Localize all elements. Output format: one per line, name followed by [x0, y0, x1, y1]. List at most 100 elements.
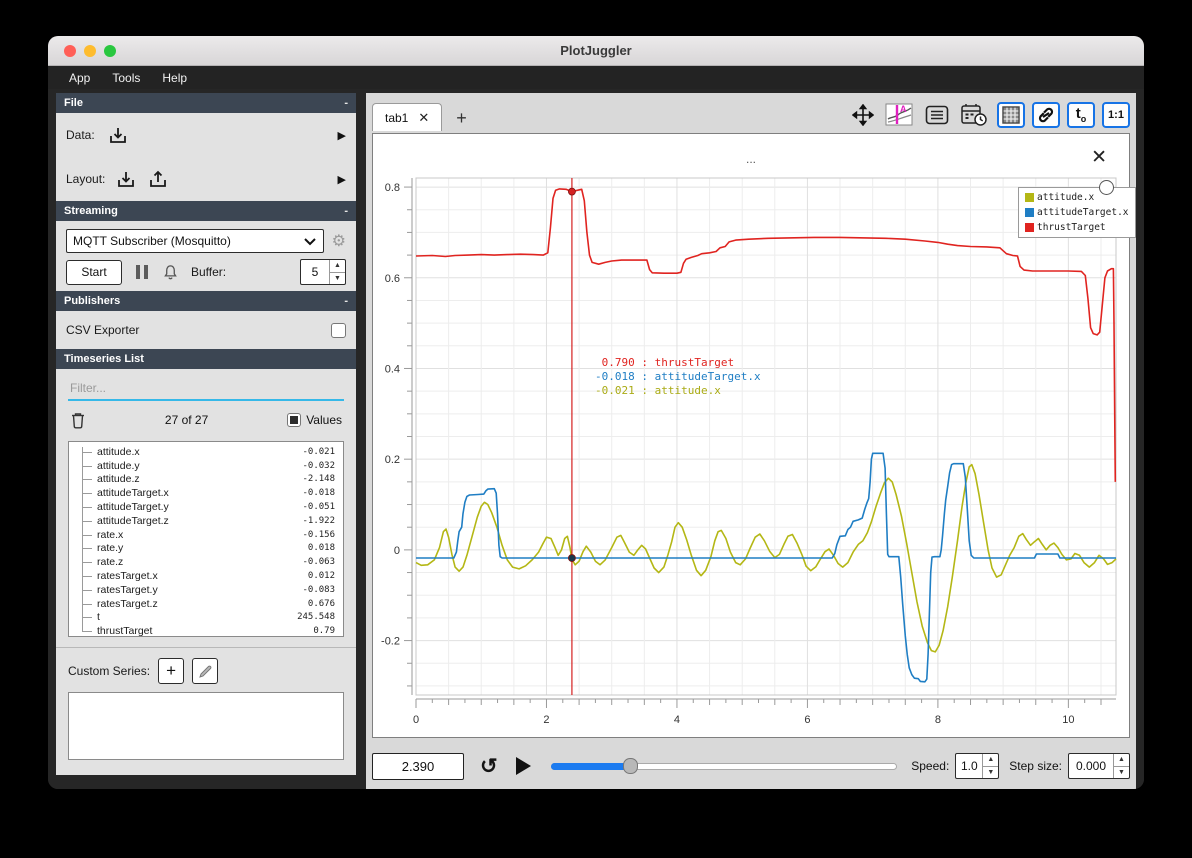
plot-panel[interactable]: ... ✕ 0 2 4 6 8 10 -0.2 0 0.2 0.4 0.6 0.8 attitude.…	[372, 133, 1136, 738]
plot-canvas[interactable]: 0 2 4 6 8 10 -0.2 0 0.2 0.4 0.6 0.8	[373, 134, 1129, 737]
publishers-section-body: CSV Exporter	[56, 311, 356, 349]
timeseries-row[interactable]: rate.x -0.156	[69, 528, 343, 542]
svg-text:10: 10	[1062, 714, 1074, 726]
values-checkbox[interactable]	[287, 413, 302, 427]
time-field[interactable]: 2.390	[372, 752, 464, 780]
timeseries-row[interactable]: attitude.y -0.032	[69, 459, 343, 473]
spin-down-icon[interactable]: ▼	[983, 767, 998, 779]
close-window-button[interactable]	[64, 45, 76, 57]
minimize-window-button[interactable]	[84, 45, 96, 57]
legend-entry[interactable]: thrustTarget	[1025, 222, 1129, 233]
timeseries-row[interactable]: thrustTarget 0.79	[69, 624, 343, 637]
timeseries-name: attitude.y	[97, 459, 140, 472]
spin-up-icon[interactable]: ▲	[983, 754, 999, 767]
speed-label: Speed:	[911, 759, 950, 773]
timeseries-row[interactable]: rate.y 0.018	[69, 542, 343, 556]
custom-series-list[interactable]	[68, 692, 344, 760]
load-data-icon[interactable]	[107, 126, 129, 145]
buffer-spinbox[interactable]: 5 ▲ ▼	[300, 259, 346, 285]
streaming-source-select[interactable]: MQTT Subscriber (Mosquitto)	[66, 229, 324, 253]
timeseries-section-header[interactable]: Timeseries List	[56, 349, 356, 369]
add-tab-button[interactable]: +	[456, 108, 467, 131]
legend-handle[interactable]	[1099, 180, 1114, 195]
spin-up-icon[interactable]: ▲	[330, 260, 345, 273]
link-axes-button[interactable]	[1032, 102, 1060, 128]
legend-entry[interactable]: attitudeTarget.x	[1025, 207, 1129, 218]
gear-icon[interactable]: ⚙	[332, 231, 346, 251]
plot-title: ...	[745, 152, 756, 166]
play-button[interactable]	[515, 757, 531, 775]
menu-item-tools[interactable]: Tools	[103, 69, 149, 87]
publishers-section-header[interactable]: Publishers -	[56, 291, 356, 311]
timeseries-row[interactable]: attitudeTarget.z -1.922	[69, 514, 343, 528]
time-slider[interactable]	[550, 758, 898, 774]
sidebar: File - Data: ▶ Layout: ▶ Streaming - MQT…	[56, 93, 356, 775]
timeseries-row[interactable]: attitude.z -2.148	[69, 473, 343, 487]
curve-tracker-button[interactable]: A	[884, 102, 916, 128]
timeseries-row[interactable]: ratesTarget.z 0.676	[69, 597, 343, 611]
tab-close-icon[interactable]: ✕	[418, 110, 429, 126]
collapse-icon[interactable]: -	[344, 205, 348, 217]
file-section-header[interactable]: File -	[56, 93, 356, 113]
relative-time-button[interactable]: to	[1067, 102, 1095, 128]
collapse-icon[interactable]: -	[344, 295, 348, 307]
timeseries-list[interactable]: attitude.x -0.021 attitude.y -0.032 attitude…	[68, 441, 344, 637]
ratio-1-1-button[interactable]: 1:1	[1102, 102, 1130, 128]
add-custom-series-button[interactable]: +	[158, 658, 185, 684]
menu-item-help[interactable]: Help	[153, 69, 196, 87]
loop-button[interactable]: ↺	[480, 756, 498, 777]
timeseries-value: -0.063	[302, 557, 335, 568]
timeseries-row[interactable]: ratesTarget.x 0.012	[69, 569, 343, 583]
pause-icon[interactable]	[136, 265, 148, 279]
legend-swatch	[1025, 223, 1034, 232]
slider-handle[interactable]	[623, 758, 639, 774]
trash-icon[interactable]	[70, 411, 86, 429]
publishers-section-title: Publishers	[64, 295, 121, 307]
window-title: PlotJuggler	[560, 43, 632, 58]
load-layout-icon[interactable]	[115, 170, 137, 189]
plot-close-icon[interactable]: ✕	[1091, 148, 1107, 167]
spin-down-icon[interactable]: ▼	[1114, 767, 1129, 779]
plot-legend[interactable]: attitude.x attitudeTarget.x thrustTarget	[1018, 187, 1136, 238]
menu-item-app[interactable]: App	[60, 69, 99, 87]
timeseries-row[interactable]: t 245.548	[69, 611, 343, 625]
save-layout-icon[interactable]	[147, 170, 169, 189]
timeseries-value: -0.018	[302, 488, 335, 499]
layout-label: Layout:	[66, 172, 106, 186]
maximize-window-button[interactable]	[104, 45, 116, 57]
data-menu-arrow-icon[interactable]: ▶	[338, 129, 346, 142]
timeseries-row[interactable]: ratesTarget.y -0.083	[69, 583, 343, 597]
spin-down-icon[interactable]: ▼	[330, 273, 345, 285]
csv-exporter-label: CSV Exporter	[66, 323, 140, 337]
collapse-icon[interactable]: -	[344, 97, 348, 109]
layout-menu-arrow-icon[interactable]: ▶	[338, 173, 346, 186]
speed-spinbox[interactable]: 1.0 ▲ ▼	[955, 753, 1000, 779]
pan-zoom-button[interactable]	[849, 102, 877, 128]
chevron-down-icon	[303, 237, 316, 245]
timeseries-value: 245.548	[297, 612, 335, 623]
timeseries-name: thrustTarget	[97, 625, 153, 637]
timeseries-value: -0.032	[302, 460, 335, 471]
filter-input[interactable]	[68, 377, 344, 401]
step-size-spinbox[interactable]: 0.000 ▲ ▼	[1068, 753, 1130, 779]
timeseries-value: -0.156	[302, 529, 335, 540]
csv-exporter-checkbox[interactable]	[331, 322, 346, 338]
spin-up-icon[interactable]: ▲	[1114, 754, 1129, 767]
start-button-label: Start	[81, 265, 107, 279]
timeseries-row[interactable]: attitudeTarget.x -0.018	[69, 486, 343, 500]
streaming-section-body: MQTT Subscriber (Mosquitto) ⚙ Start Buff…	[56, 221, 356, 291]
time-value: 2.390	[401, 758, 435, 774]
legend-entry[interactable]: attitude.x	[1025, 192, 1129, 203]
grid-layout-button[interactable]	[997, 102, 1025, 128]
timeseries-row[interactable]: attitudeTarget.y -0.051	[69, 500, 343, 514]
timeseries-name: rate.z	[97, 556, 124, 569]
timeseries-row[interactable]: rate.z -0.063	[69, 555, 343, 569]
bell-icon[interactable]	[162, 264, 179, 281]
date-time-button[interactable]	[958, 102, 990, 128]
tab-tab1[interactable]: tab1 ✕	[372, 103, 443, 131]
start-button[interactable]: Start	[66, 259, 122, 285]
plot-list-button[interactable]	[923, 102, 951, 128]
streaming-section-header[interactable]: Streaming -	[56, 201, 356, 221]
timeseries-row[interactable]: attitude.x -0.021	[69, 445, 343, 459]
edit-custom-series-button[interactable]	[192, 658, 219, 684]
